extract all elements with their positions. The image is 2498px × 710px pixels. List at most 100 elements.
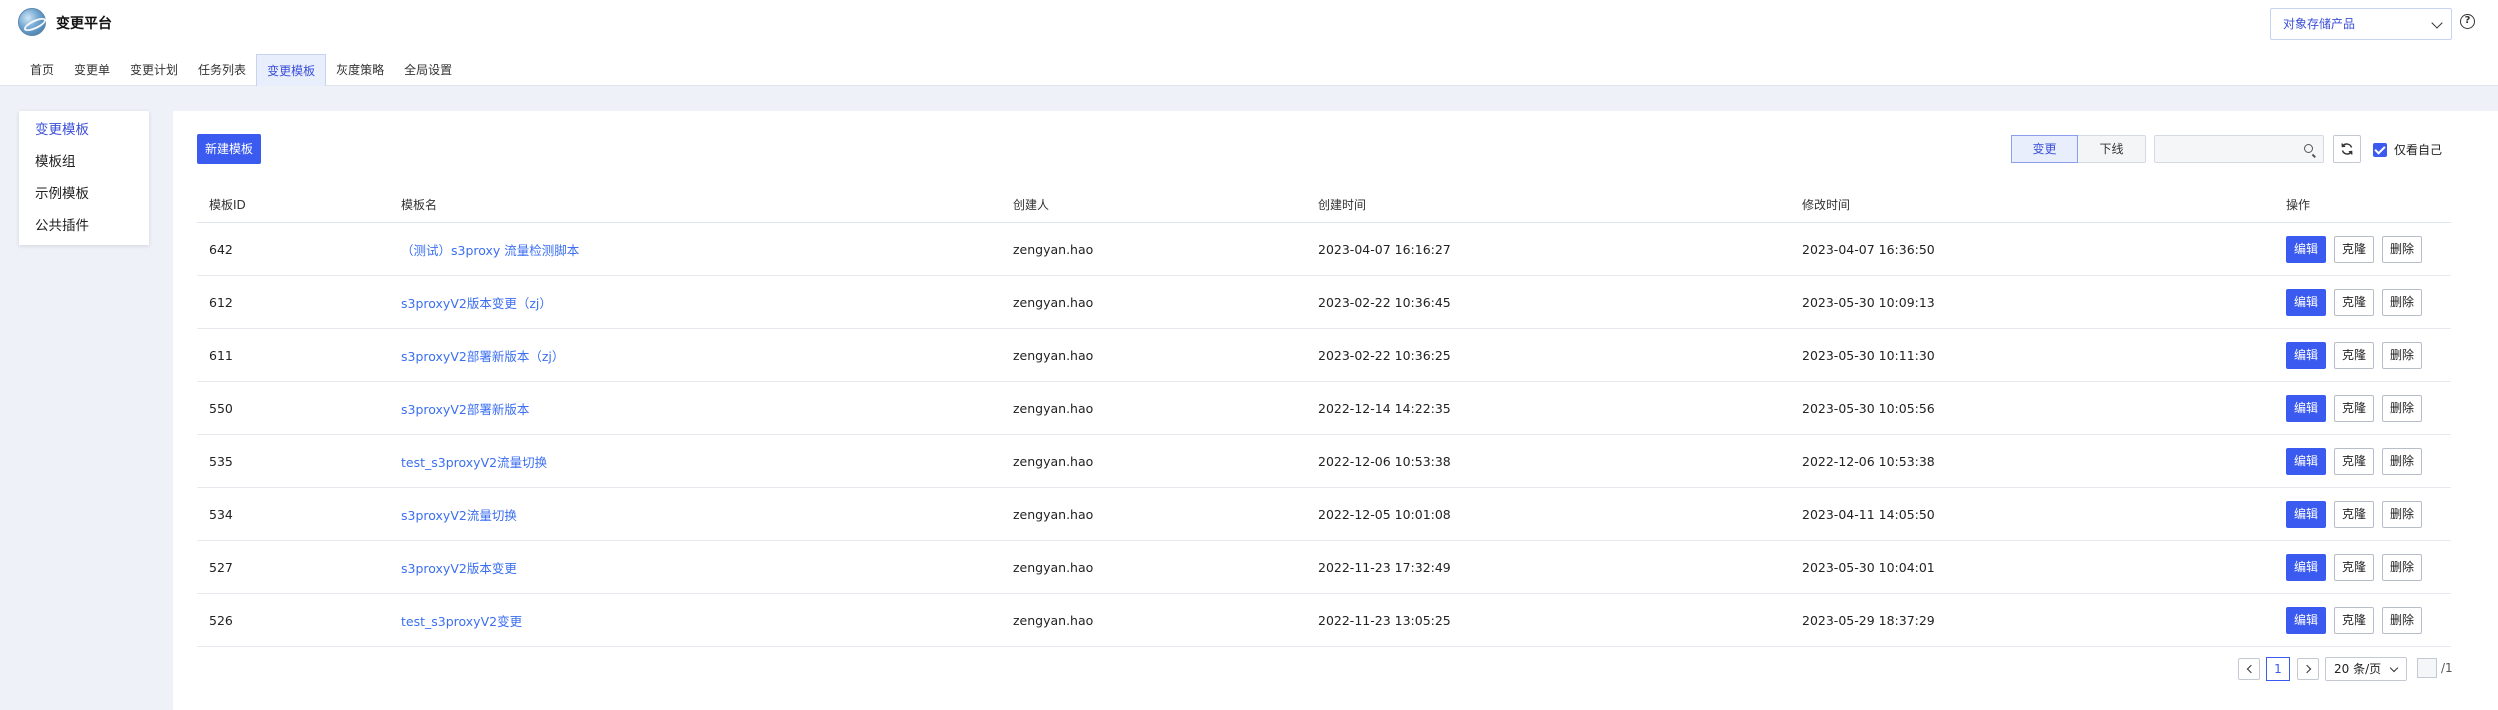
segment-button[interactable]: 变更 — [2011, 135, 2078, 163]
edit-button[interactable]: 编辑 — [2286, 606, 2327, 634]
sidebar-item[interactable]: 模板组 — [19, 149, 149, 181]
created-time: 2022-11-23 13:05:25 — [1318, 612, 1451, 628]
only-mine-checkbox[interactable] — [2373, 142, 2387, 157]
table-row: 611 s3proxyV2部署新版本（zj） zengyan.hao 2023-02-… — [197, 329, 2451, 382]
delete-button[interactable]: 删除 — [2382, 606, 2423, 634]
row-actions: 编辑 克隆 删除 — [2274, 329, 2451, 381]
page-size-value: 20 条/页 — [2334, 662, 2382, 676]
delete-button[interactable]: 删除 — [2382, 394, 2423, 422]
nav-tab[interactable]: 全局设置 — [394, 54, 462, 86]
template-id: 534 — [209, 506, 233, 522]
template-id: 535 — [209, 453, 233, 469]
modified-time: 2023-04-11 14:05:50 — [1802, 506, 1935, 522]
created-time: 2022-11-23 17:32:49 — [1318, 559, 1451, 575]
template-name-link[interactable]: s3proxyV2版本变更（zj） — [389, 276, 1001, 328]
edit-button[interactable]: 编辑 — [2286, 447, 2327, 475]
creator: zengyan.hao — [1013, 241, 1094, 257]
clone-button[interactable]: 克隆 — [2334, 394, 2375, 422]
delete-button[interactable]: 删除 — [2382, 500, 2423, 528]
search-icon[interactable] — [2304, 144, 2313, 153]
next-page-button[interactable] — [2297, 658, 2319, 680]
created-time: 2022-12-05 10:01:08 — [1318, 506, 1451, 522]
created-time: 2022-12-06 10:53:38 — [1318, 453, 1451, 469]
edit-button[interactable]: 编辑 — [2286, 394, 2327, 422]
page-total: /1 — [2441, 661, 2453, 675]
column-header: 修改时间 — [1802, 198, 1851, 212]
app-logo-icon — [18, 8, 46, 36]
template-name-link[interactable]: （测试）s3proxy 流量检测脚本 — [389, 223, 1001, 275]
template-id: 642 — [209, 241, 233, 257]
table-body: 642 （测试）s3proxy 流量检测脚本 zengyan.hao 2023-04-… — [197, 223, 2451, 647]
template-name-link[interactable]: test_s3proxyV2流量切换 — [389, 435, 1001, 487]
nav-tab[interactable]: 变更计划 — [120, 54, 188, 86]
top-header: 变更平台 首页 变更单 变更计划 任务列表 变更模板 灰度策略 全局设置 对象存储产品 ? — [0, 0, 2498, 86]
clone-button[interactable]: 克隆 — [2334, 553, 2375, 581]
edit-button[interactable]: 编辑 — [2286, 341, 2327, 369]
table-row: 612 s3proxyV2版本变更（zj） zengyan.hao 2023-02-2… — [197, 276, 2451, 329]
edit-button[interactable]: 编辑 — [2286, 500, 2327, 528]
modified-time: 2023-05-30 10:04:01 — [1802, 559, 1935, 575]
template-name-link[interactable]: s3proxyV2版本变更 — [389, 541, 1001, 593]
nav-tab[interactable]: 灰度策略 — [326, 54, 394, 86]
sidebar-item[interactable]: 公共插件 — [19, 213, 149, 245]
help-icon[interactable]: ? — [2460, 14, 2475, 29]
creator: zengyan.hao — [1013, 347, 1094, 363]
nav-tab[interactable]: 任务列表 — [188, 54, 256, 86]
delete-button[interactable]: 删除 — [2382, 447, 2423, 475]
created-time: 2023-02-22 10:36:45 — [1318, 294, 1451, 310]
delete-button[interactable]: 删除 — [2382, 288, 2423, 316]
clone-button[interactable]: 克隆 — [2334, 447, 2375, 475]
modified-time: 2023-05-29 18:37:29 — [1802, 612, 1935, 628]
search-box — [2154, 135, 2324, 163]
template-name-link[interactable]: s3proxyV2部署新版本（zj） — [389, 329, 1001, 381]
page-size-select[interactable]: 20 条/页 — [2325, 657, 2407, 681]
clone-button[interactable]: 克隆 — [2334, 341, 2375, 369]
created-time: 2022-12-14 14:22:35 — [1318, 400, 1451, 416]
sidebar-item[interactable]: 变更模板 — [19, 117, 149, 149]
nav-tab[interactable]: 变更单 — [64, 54, 120, 86]
table-row: 535 test_s3proxyV2流量切换 zengyan.hao 2022-12-… — [197, 435, 2451, 488]
edit-button[interactable]: 编辑 — [2286, 288, 2327, 316]
product-select[interactable]: 对象存储产品 — [2270, 8, 2452, 40]
segment-button[interactable]: 下线 — [2078, 136, 2145, 162]
edit-button[interactable]: 编辑 — [2286, 553, 2327, 581]
product-select-value: 对象存储产品 — [2283, 17, 2356, 31]
delete-button[interactable]: 删除 — [2382, 235, 2423, 263]
nav-tab[interactable]: 首页 — [20, 54, 64, 86]
created-time: 2023-02-22 10:36:25 — [1318, 347, 1451, 363]
edit-button[interactable]: 编辑 — [2286, 235, 2327, 263]
modified-time: 2023-05-30 10:11:30 — [1802, 347, 1935, 363]
table-row: 526 test_s3proxyV2变更 zengyan.hao 2022-11-23… — [197, 594, 2451, 647]
template-name-link[interactable]: s3proxyV2流量切换 — [389, 488, 1001, 540]
modified-time: 2022-12-06 10:53:38 — [1802, 453, 1935, 469]
clone-button[interactable]: 克隆 — [2334, 500, 2375, 528]
sidebar-item[interactable]: 示例模板 — [19, 181, 149, 213]
clone-button[interactable]: 克隆 — [2334, 606, 2375, 634]
row-actions: 编辑 克隆 删除 — [2274, 382, 2451, 434]
column-header: 创建时间 — [1318, 198, 1367, 212]
current-page-button[interactable]: 1 — [2266, 657, 2290, 681]
template-id: 611 — [209, 347, 233, 363]
new-template-button[interactable]: 新建模板 — [197, 134, 261, 164]
only-mine-toggle[interactable]: 仅看自己 — [2373, 141, 2442, 158]
nav-tab[interactable]: 变更模板 — [256, 54, 327, 86]
prev-page-button[interactable] — [2238, 658, 2260, 680]
creator: zengyan.hao — [1013, 294, 1094, 310]
template-name-link[interactable]: s3proxyV2部署新版本 — [389, 382, 1001, 434]
page-jump-input[interactable] — [2417, 658, 2437, 678]
clone-button[interactable]: 克隆 — [2334, 288, 2375, 316]
chevron-down-icon — [2389, 663, 2399, 673]
clone-button[interactable]: 克隆 — [2334, 235, 2375, 263]
delete-button[interactable]: 删除 — [2382, 553, 2423, 581]
delete-button[interactable]: 删除 — [2382, 341, 2423, 369]
row-actions: 编辑 克隆 删除 — [2274, 594, 2451, 646]
column-header: 模板名 — [401, 198, 438, 212]
app-title: 变更平台 — [56, 16, 112, 32]
template-id: 526 — [209, 612, 233, 628]
template-name-link[interactable]: test_s3proxyV2变更 — [389, 594, 1001, 646]
refresh-icon — [2341, 143, 2353, 155]
search-input[interactable] — [2155, 136, 2295, 162]
creator: zengyan.hao — [1013, 559, 1094, 575]
refresh-button[interactable] — [2333, 135, 2361, 163]
table-row: 550 s3proxyV2部署新版本 zengyan.hao 2022-12-14 1… — [197, 382, 2451, 435]
